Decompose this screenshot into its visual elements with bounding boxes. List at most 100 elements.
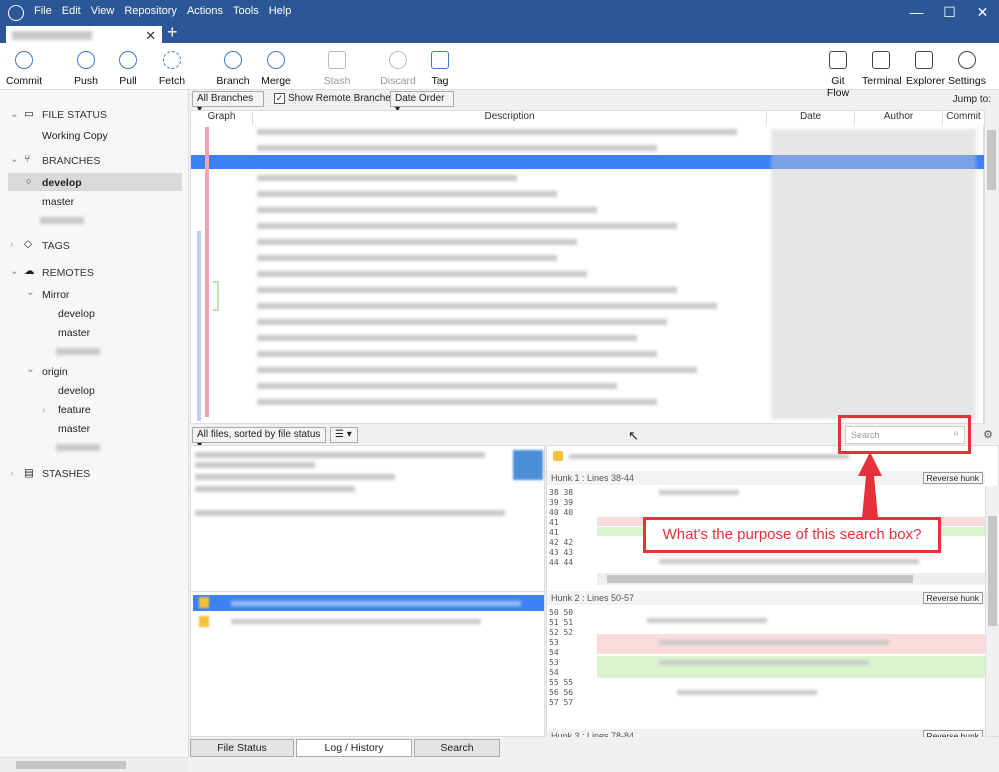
commit-row[interactable] <box>257 271 587 277</box>
commit-row[interactable] <box>257 191 557 197</box>
stash-button[interactable]: Stash <box>322 51 352 87</box>
view-mode-dropdown[interactable]: ☰ ▾ <box>330 427 358 443</box>
reverse-hunk-button[interactable]: Reverse hunk <box>922 592 983 604</box>
diff-scrollbar[interactable] <box>985 486 999 736</box>
list-icon: ☰ <box>335 429 344 440</box>
menu-tools[interactable]: Tools <box>233 5 259 17</box>
col-graph[interactable]: Graph <box>191 111 253 125</box>
app-icon <box>8 5 24 21</box>
tab-file-status[interactable]: File Status <box>190 739 294 757</box>
tags-heading[interactable]: TAGS <box>42 240 70 252</box>
line-number: 55 55 <box>549 678 574 687</box>
scroll-thumb[interactable] <box>987 130 996 190</box>
remote-origin[interactable]: origin <box>42 366 68 378</box>
chevron-right-icon[interactable]: › <box>42 404 46 416</box>
commit-row[interactable] <box>257 335 637 341</box>
fetch-label: Fetch <box>158 75 186 87</box>
merge-button[interactable]: Merge <box>260 51 292 87</box>
menu-actions[interactable]: Actions <box>187 5 223 17</box>
fetch-button[interactable]: Fetch <box>157 51 187 87</box>
explorer-button[interactable]: Explorer <box>906 51 945 87</box>
push-button[interactable]: Push <box>72 51 100 87</box>
file-sort-dropdown[interactable]: All files, sorted by file status ▾ <box>192 427 326 451</box>
branch-develop[interactable]: develop <box>42 177 82 189</box>
commit-row[interactable] <box>257 399 657 405</box>
remotes-heading[interactable]: REMOTES <box>42 267 94 279</box>
pull-button[interactable]: Pull <box>114 51 142 87</box>
commit-row[interactable] <box>257 223 677 229</box>
chevron-down-icon[interactable]: ⌄ <box>10 108 19 120</box>
settings-button[interactable]: Settings <box>948 51 986 87</box>
discard-button[interactable]: Discard <box>380 51 416 87</box>
stashes-heading[interactable]: STASHES <box>42 468 90 480</box>
commit-row[interactable] <box>257 255 557 261</box>
menu-view[interactable]: View <box>91 5 115 17</box>
branches-heading[interactable]: BRANCHES <box>42 155 100 167</box>
commit-row[interactable] <box>257 287 677 293</box>
origin-master[interactable]: master <box>58 423 90 435</box>
commit-row[interactable] <box>257 367 697 373</box>
code-line <box>659 559 919 564</box>
repo-tab[interactable]: ✕ <box>6 24 162 43</box>
maximize-button[interactable]: ☐ <box>933 0 966 24</box>
commit-row[interactable] <box>257 175 517 181</box>
col-date[interactable]: Date <box>767 111 855 125</box>
tag-button[interactable]: Tag <box>428 51 452 87</box>
commit-row[interactable] <box>257 303 717 309</box>
terminal-button[interactable]: Terminal <box>862 51 902 87</box>
sidebar-scrollbar[interactable] <box>0 757 189 772</box>
remote-mirror[interactable]: Mirror <box>42 289 69 301</box>
file-status-heading[interactable]: FILE STATUS <box>42 109 107 121</box>
commit-row[interactable] <box>257 319 667 325</box>
close-window-button[interactable]: ✕ <box>966 0 999 24</box>
menu-repository[interactable]: Repository <box>124 5 177 17</box>
chevron-right-icon[interactable]: › <box>10 467 14 479</box>
minimize-button[interactable]: — <box>900 0 933 24</box>
commit-row[interactable] <box>257 351 657 357</box>
commit-row[interactable] <box>257 207 597 213</box>
mirror-redacted <box>56 348 100 355</box>
menu-edit[interactable]: Edit <box>62 5 81 17</box>
commit-list-scrollbar[interactable] <box>984 110 998 424</box>
tab-log-history[interactable]: Log / History <box>296 739 412 757</box>
line-number: 52 52 <box>549 628 574 637</box>
origin-feature[interactable]: feature <box>58 404 91 416</box>
new-tab-button[interactable]: + <box>167 22 178 43</box>
branches-filter-dropdown[interactable]: All Branches ▾ <box>192 91 264 115</box>
col-author[interactable]: Author <box>855 111 943 125</box>
branch-master[interactable]: master <box>42 196 74 208</box>
line-number: 53 <box>549 658 559 667</box>
origin-develop[interactable]: develop <box>58 385 95 397</box>
line-number: 43 43 <box>549 548 574 557</box>
chevron-down-icon[interactable]: ⌄ <box>26 363 35 375</box>
commit-row[interactable] <box>257 239 577 245</box>
branch-button[interactable]: Branch <box>216 51 250 87</box>
file-path[interactable] <box>231 619 481 624</box>
scroll-thumb[interactable] <box>16 761 126 769</box>
col-commit[interactable]: Commit <box>943 111 985 125</box>
gear-icon[interactable]: ⚙ <box>983 428 993 441</box>
chevron-right-icon[interactable]: › <box>10 238 14 250</box>
menu-help[interactable]: Help <box>269 5 292 17</box>
show-remote-checkbox[interactable]: ✓ <box>274 93 285 104</box>
chevron-down-icon[interactable]: ⌄ <box>10 153 19 165</box>
commit-row[interactable] <box>257 145 657 151</box>
mirror-develop[interactable]: develop <box>58 308 95 320</box>
pull-icon <box>119 51 137 69</box>
chevron-down-icon[interactable]: ⌄ <box>26 286 35 298</box>
menu-file[interactable]: File <box>34 5 52 17</box>
reverse-hunk-button[interactable]: Reverse hunk <box>922 472 983 484</box>
scroll-thumb[interactable] <box>607 575 913 583</box>
col-description[interactable]: Description <box>253 111 767 125</box>
commit-row[interactable] <box>257 383 617 389</box>
hunk-1-hscrollbar[interactable] <box>597 573 985 585</box>
tab-search[interactable]: Search <box>414 739 500 757</box>
chevron-down-icon[interactable]: ⌄ <box>10 265 19 277</box>
order-dropdown[interactable]: Date Order ▾ <box>390 91 454 115</box>
working-copy-item[interactable]: Working Copy <box>42 130 108 142</box>
commit-button[interactable]: Commit <box>6 51 42 87</box>
mirror-master[interactable]: master <box>58 327 90 339</box>
close-tab-icon[interactable]: ✕ <box>145 28 156 44</box>
commit-row[interactable] <box>257 129 737 135</box>
scroll-thumb[interactable] <box>988 516 997 626</box>
